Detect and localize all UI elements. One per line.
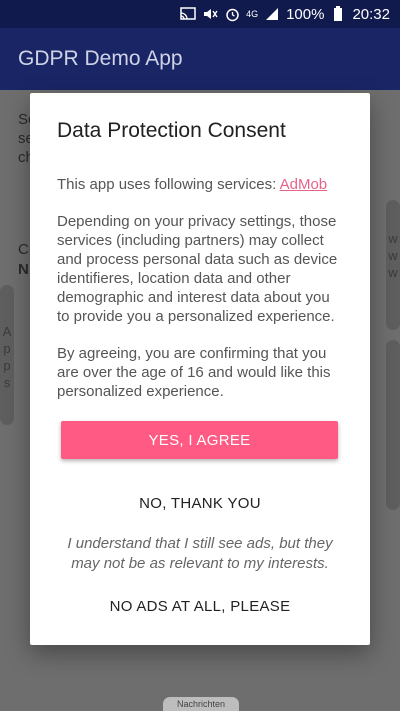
app-bar: GDPR Demo App	[0, 28, 400, 90]
network-type: 4G	[246, 8, 259, 19]
dialog-title: Data Protection Consent	[57, 119, 286, 142]
www-side-button[interactable]: w w w	[386, 200, 400, 330]
apps-side-button[interactable]: A p p s	[0, 285, 14, 425]
cast-icon	[180, 6, 196, 22]
battery-icon	[330, 6, 346, 22]
battery-percent: 100%	[286, 5, 325, 23]
services-text: This app uses following services:	[57, 176, 280, 193]
signal-icon	[264, 6, 280, 22]
nav-hint-label: Nachrichten	[176, 699, 226, 709]
www-side-label: w w w	[388, 231, 398, 280]
agree-button[interactable]: YES, I AGREE	[61, 421, 338, 459]
app-title: GDPR Demo App	[18, 47, 183, 70]
admob-link[interactable]: AdMob	[280, 176, 328, 193]
decline-button[interactable]: NO, THANK YOU	[57, 495, 343, 512]
privacy-paragraph: Depending on your privacy settings, thos…	[57, 213, 338, 325]
nav-hint-tab[interactable]: Nachrichten	[163, 697, 239, 711]
age-paragraph: By agreeing, you are confirming that you…	[57, 345, 331, 400]
consent-dialog: Data Protection Consent This app uses fo…	[30, 93, 370, 645]
side-scroll-area	[386, 340, 400, 510]
ads-note: I understand that I still see ads, but t…	[67, 535, 333, 572]
no-ads-button[interactable]: NO ADS AT ALL, PLEASE	[57, 598, 343, 615]
apps-side-label: A p p s	[2, 324, 12, 390]
status-bar: 4G 100% 20:32	[0, 0, 400, 28]
clock: 20:32	[352, 5, 390, 23]
alarm-icon	[224, 6, 240, 22]
background-value: N	[18, 261, 29, 278]
services-line: This app uses following services: AdMob	[57, 175, 343, 194]
mute-icon	[202, 6, 218, 22]
